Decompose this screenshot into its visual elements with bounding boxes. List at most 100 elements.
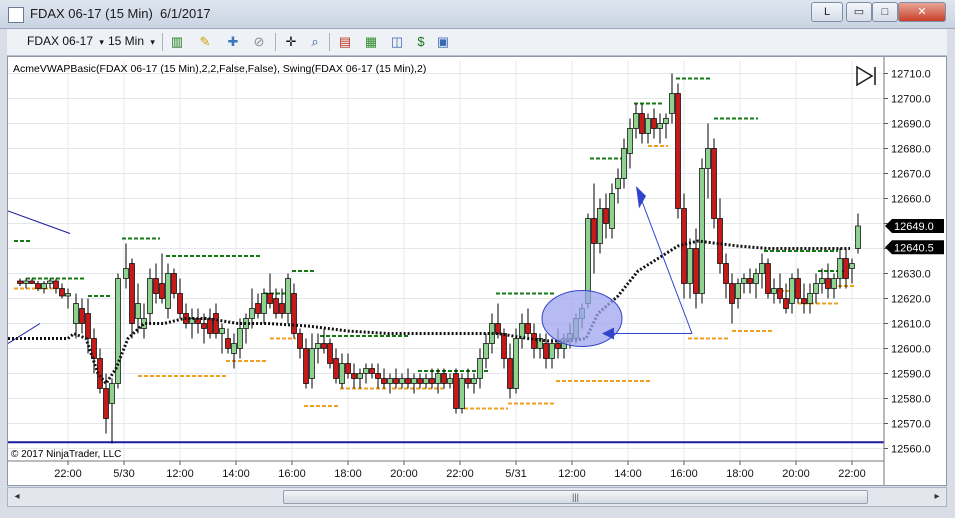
scroll-right-icon[interactable]: ▸ [929, 489, 945, 505]
time-label: 5/31 [505, 468, 526, 480]
candle-down [765, 263, 771, 294]
candle-down [729, 283, 735, 304]
price-label: 12600.0 [891, 344, 931, 356]
time-label: 18:00 [726, 468, 754, 480]
candle-down [201, 323, 207, 329]
interval-selector[interactable]: 15 Min ▾ [108, 34, 155, 48]
candle-up [477, 358, 483, 379]
price-chart[interactable]: 12710.0 12700.0 12690.0 12680.0 12670.0 12660… [7, 57, 946, 485]
price-label: 12710.0 [891, 69, 931, 81]
strategies-icon[interactable]: ▦ [363, 34, 379, 50]
trend-line [7, 210, 71, 234]
bar-type-icon[interactable]: ▥ [169, 34, 185, 50]
magnifier-icon[interactable]: ⌕ [307, 34, 323, 50]
scrollbar-thumb[interactable]: ||| [283, 490, 868, 504]
annotations [541, 186, 693, 347]
price-label: 12560.0 [891, 444, 931, 456]
candle-up [597, 208, 603, 244]
candle-down [85, 313, 91, 339]
trend-line [7, 323, 41, 344]
time-label: 16:00 [670, 468, 698, 480]
candle-down [29, 280, 35, 284]
toolbar-separator [329, 33, 330, 51]
time-label: 22:00 [838, 468, 866, 480]
time-label: 12:00 [166, 468, 194, 480]
candle-down [35, 283, 41, 289]
candle-up [687, 248, 693, 284]
candle-up [411, 378, 417, 384]
candle-down [207, 318, 213, 334]
candle-down [501, 333, 507, 359]
candle-up [23, 280, 29, 284]
price-label: 12660.0 [891, 194, 931, 206]
candle-up [741, 278, 747, 284]
candle-down [177, 293, 183, 314]
minimize-button[interactable]: ▭ [846, 2, 872, 22]
candle-down [417, 378, 423, 384]
candle-up [735, 283, 741, 299]
time-label: 14:00 [614, 468, 642, 480]
crosshair-icon[interactable]: ✛ [283, 34, 299, 50]
candle-up [627, 128, 633, 154]
candle-down [777, 288, 783, 299]
candle-down [693, 248, 699, 294]
candle-up [41, 283, 47, 289]
zoom-out-icon[interactable]: ⊘ [251, 34, 267, 50]
candle-down [465, 378, 471, 384]
chart-properties-icon[interactable]: ◫ [389, 34, 405, 50]
drawing-pencil-icon[interactable]: ✎ [197, 34, 213, 50]
candle-up [849, 263, 855, 269]
candle-down [297, 333, 303, 349]
chart-grid [8, 61, 884, 461]
highlight-ellipse [541, 290, 623, 347]
interval-label: 15 Min [108, 34, 145, 48]
scroll-to-end-icon[interactable] [856, 65, 876, 87]
window-title: FDAX 06-17 (15 Min) 6/1/2017 [30, 6, 211, 21]
dollar-icon[interactable]: $ [413, 34, 429, 50]
candle-down [603, 208, 609, 224]
close-button[interactable]: ✕ [898, 2, 946, 22]
price-label: 12570.0 [891, 419, 931, 431]
candle-up [423, 378, 429, 384]
price-axis: 12710.0 12700.0 12690.0 12680.0 12670.0 12660… [883, 57, 944, 485]
candle-down [333, 358, 339, 379]
candle-up [135, 303, 141, 319]
candle-up [65, 293, 71, 297]
candle-down [213, 313, 219, 334]
zoom-in-icon[interactable]: ✚ [225, 34, 241, 50]
candle-down [507, 358, 513, 389]
candle-down [429, 378, 435, 384]
time-label: 20:00 [782, 468, 810, 480]
horizontal-scrollbar[interactable]: ◂ ||| ▸ [7, 487, 947, 507]
candle-up [771, 288, 777, 294]
candle-down [273, 298, 279, 314]
candle-up [753, 273, 759, 284]
candle-up [645, 118, 651, 134]
maximize-button[interactable]: □ [872, 2, 898, 22]
candle-down [723, 263, 729, 284]
candle-up [309, 348, 315, 379]
candlesticks [17, 73, 861, 444]
candle-down [79, 308, 85, 324]
candle-up [807, 293, 813, 304]
candle-down [441, 373, 447, 384]
scroll-left-icon[interactable]: ◂ [9, 489, 25, 505]
chart-panel[interactable]: 12710.0 12700.0 12690.0 12680.0 12670.0 12660… [7, 56, 947, 486]
price-label: 12690.0 [891, 119, 931, 131]
candle-up [123, 268, 129, 279]
candle-down [171, 273, 177, 294]
candle-up [633, 113, 639, 129]
candle-up [609, 193, 615, 229]
indicators-icon[interactable]: ▤ [337, 34, 353, 50]
candle-up [165, 273, 171, 309]
candle-up [549, 343, 555, 359]
candle-up [285, 278, 291, 314]
data-box-icon[interactable]: ▣ [435, 34, 451, 50]
l-button[interactable]: L [811, 2, 843, 22]
candle-up [513, 338, 519, 389]
instrument-selector[interactable]: FDAX 06-17 ▾ [27, 34, 104, 48]
candle-up [459, 378, 465, 409]
candle-up [669, 93, 675, 114]
time-label: 14:00 [222, 468, 250, 480]
candle-down [795, 278, 801, 299]
